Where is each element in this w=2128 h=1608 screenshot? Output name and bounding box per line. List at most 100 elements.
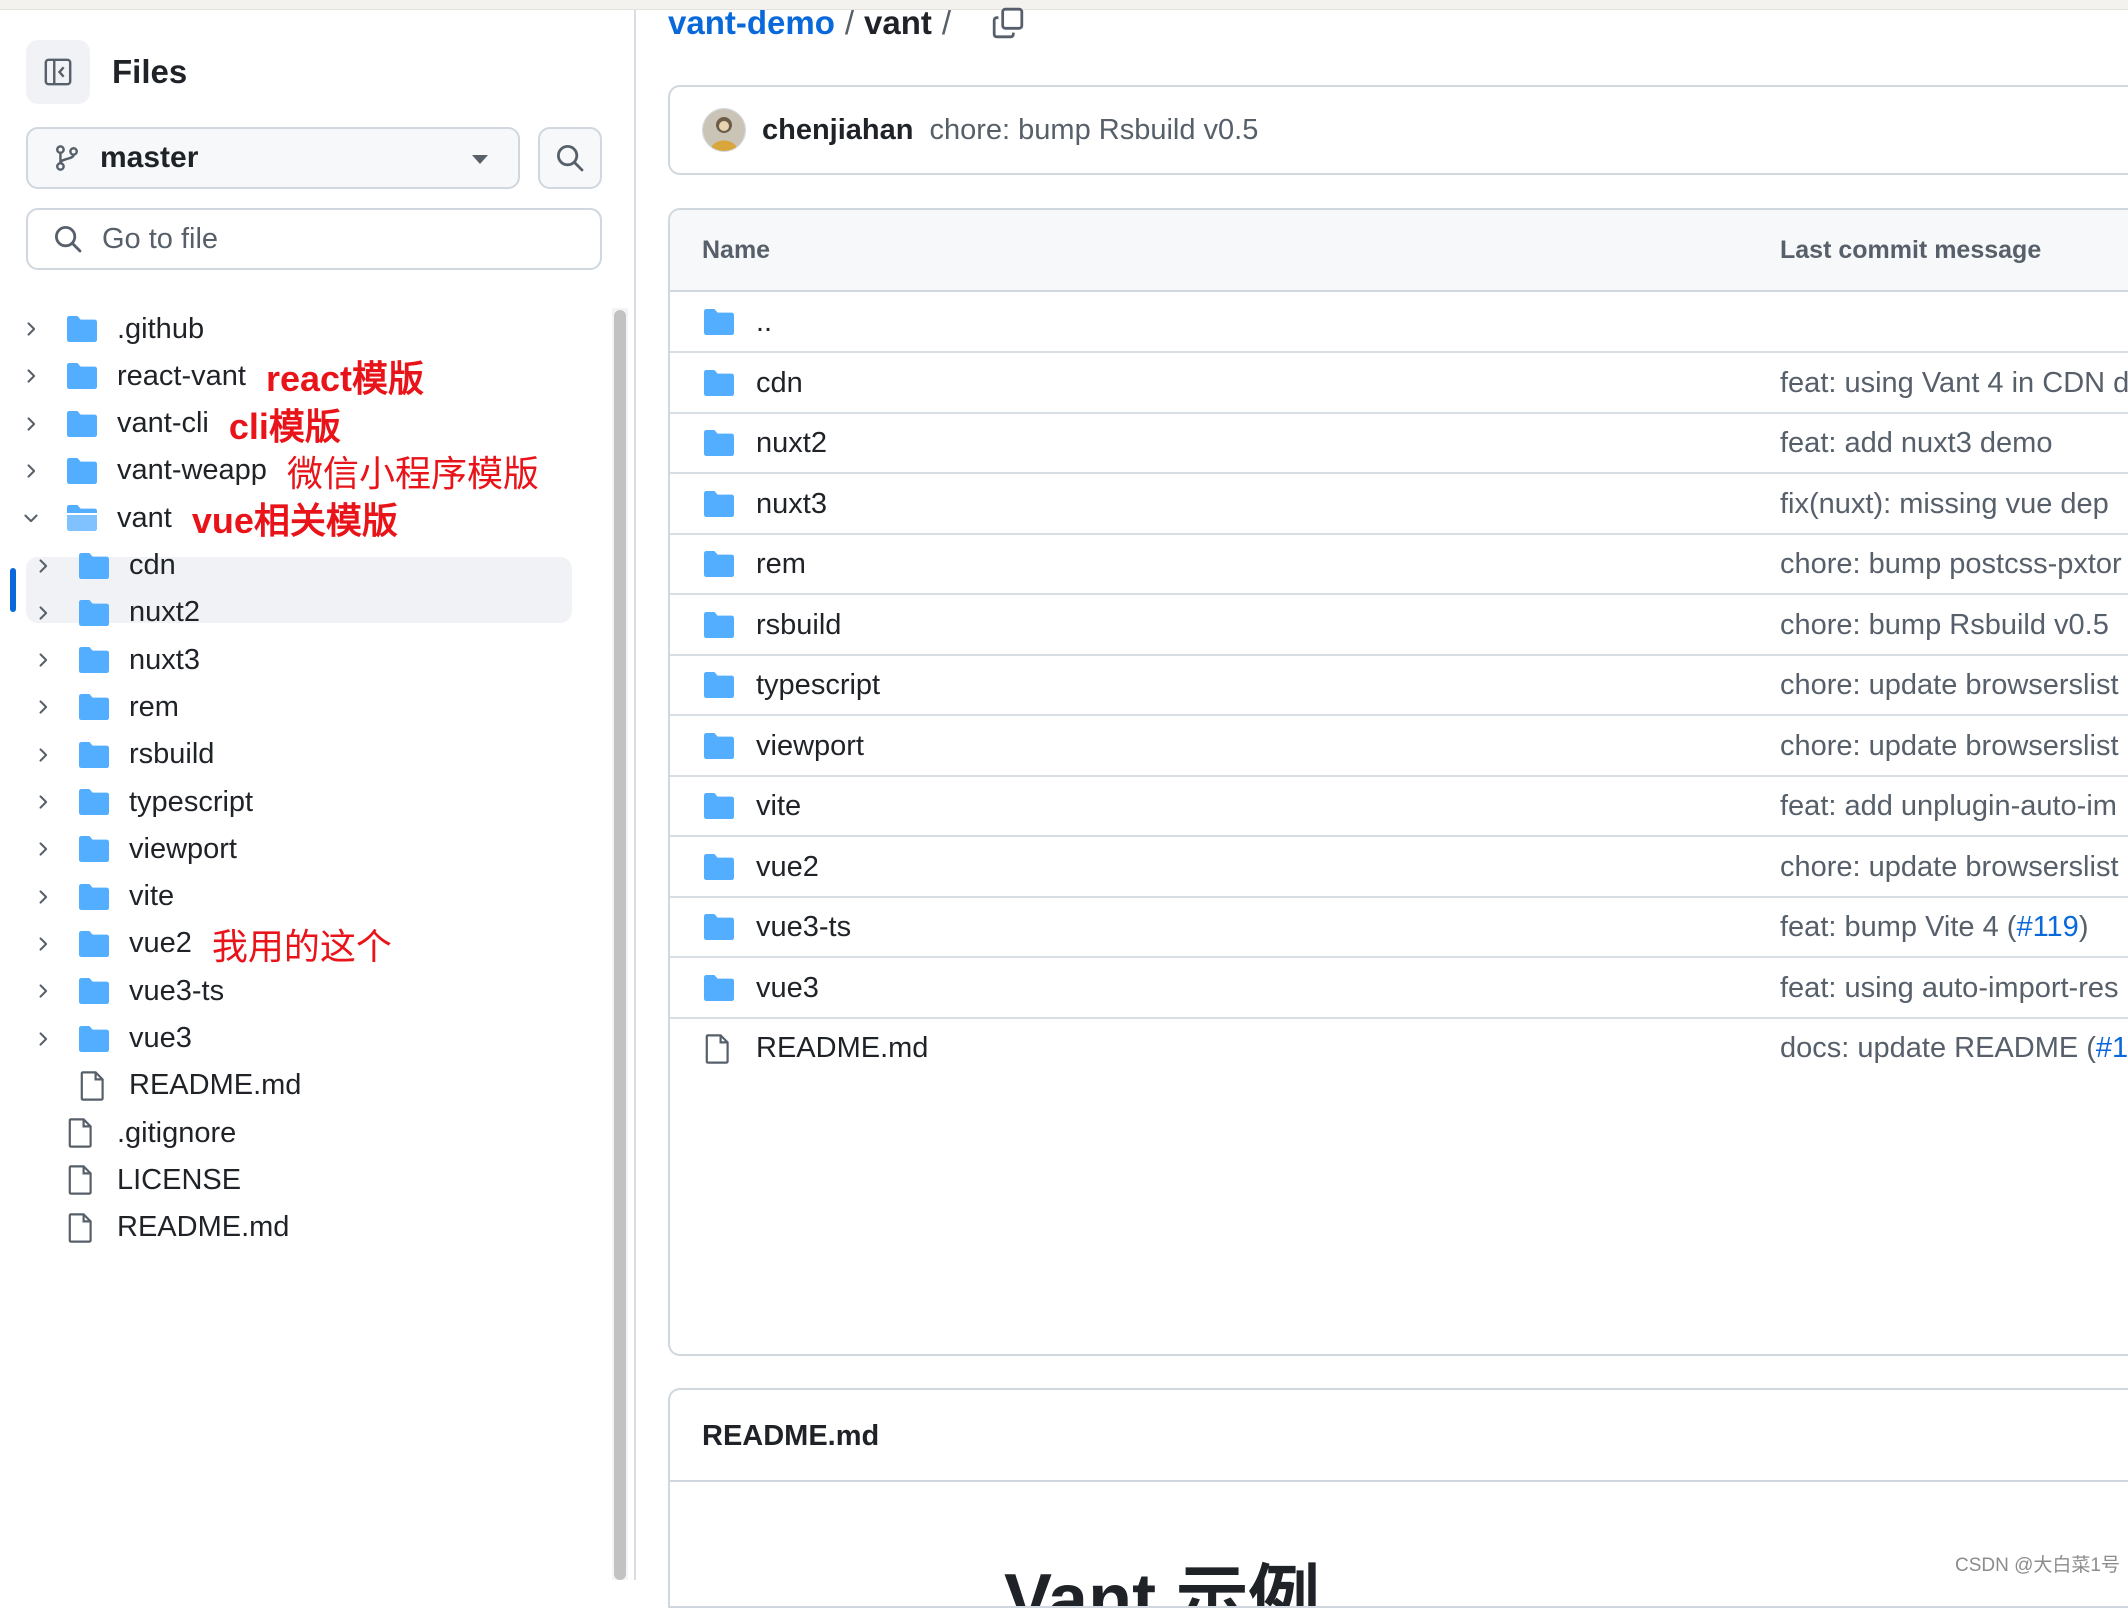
file-name-link[interactable]: rem xyxy=(756,548,806,581)
chevron-right-icon[interactable] xyxy=(27,691,59,723)
sidebar-collapse-icon xyxy=(44,58,72,86)
file-name-link[interactable]: vue3-ts xyxy=(756,911,851,944)
pull-request-link[interactable]: #119 xyxy=(2016,911,2078,943)
copy-icon xyxy=(992,7,1024,39)
chevron-right-icon[interactable] xyxy=(27,644,59,676)
folder-icon xyxy=(77,929,111,959)
commit-message-link[interactable]: chore: bump postcss-pxtor xyxy=(1780,548,2122,581)
chevron-right-icon[interactable] xyxy=(27,597,59,629)
commit-message-link[interactable]: feat: using auto-import-res xyxy=(1780,972,2118,1005)
folder-icon xyxy=(77,1024,111,1054)
folder-icon xyxy=(702,791,736,821)
readme-title[interactable]: README.md xyxy=(702,1420,879,1453)
table-row[interactable]: viewport chore: update browserslist xyxy=(670,716,2128,777)
commit-message-link[interactable]: feat: using Vant 4 in CDN d xyxy=(1780,367,2128,400)
search-button[interactable] xyxy=(538,127,602,189)
collapse-sidebar-button[interactable] xyxy=(26,40,90,104)
folder-icon xyxy=(77,740,111,770)
folder-icon xyxy=(702,610,736,640)
tree-item-label: vant-cli xyxy=(117,407,209,440)
chevron-right-icon[interactable] xyxy=(27,928,59,960)
tree-item-file[interactable]: README.md xyxy=(15,1197,289,1259)
file-icon xyxy=(65,1165,99,1196)
chevron-right-icon[interactable] xyxy=(27,1023,59,1055)
commit-message-link[interactable]: fix(nuxt): missing vue dep xyxy=(1780,488,2109,521)
commit-message-link[interactable]: docs: update README (#10 xyxy=(1780,1032,2128,1065)
file-name-link[interactable]: nuxt2 xyxy=(756,427,827,460)
table-row[interactable]: vue3 feat: using auto-import-res xyxy=(670,958,2128,1019)
table-row[interactable]: vue2 chore: update browserslist xyxy=(670,837,2128,898)
folder-icon xyxy=(65,361,99,391)
avatar[interactable] xyxy=(702,108,746,152)
commit-message-link[interactable]: chore: bump Rsbuild v0.5 xyxy=(1780,609,2109,642)
chevron-right-icon[interactable] xyxy=(15,313,47,345)
table-row[interactable]: .. xyxy=(670,292,2128,353)
file-name-link[interactable]: typescript xyxy=(756,669,880,702)
file-name-link[interactable]: vite xyxy=(756,790,801,823)
folder-icon xyxy=(702,852,736,882)
folder-icon xyxy=(77,645,111,675)
sidebar-scrollbar-thumb[interactable] xyxy=(614,310,626,1580)
file-icon xyxy=(65,1212,99,1243)
copy-path-button[interactable] xyxy=(991,6,1025,40)
commit-message-link[interactable]: chore: update browserslist xyxy=(1780,669,2119,702)
commit-message-text: feat: add nuxt3 demo xyxy=(1780,427,2053,459)
sidebar-title: Files xyxy=(112,53,188,90)
chevron-right-icon[interactable] xyxy=(27,550,59,582)
table-row[interactable]: rem chore: bump postcss-pxtor xyxy=(670,534,2128,595)
commit-message[interactable]: chore: bump Rsbuild v0.5 xyxy=(930,114,1259,147)
commit-message-text: feat: add unplugin-auto-im xyxy=(1780,790,2117,822)
table-row[interactable]: rsbuild chore: bump Rsbuild v0.5 xyxy=(670,595,2128,656)
go-to-file-input[interactable]: Go to file xyxy=(26,208,602,270)
commit-message-link[interactable]: feat: bump Vite 4 (#119) xyxy=(1780,911,2088,944)
file-name-link[interactable]: rsbuild xyxy=(756,609,841,642)
table-row[interactable]: typescript chore: update browserslist xyxy=(670,655,2128,716)
folder-icon xyxy=(77,882,111,912)
breadcrumb-repo-link[interactable]: vant-demo xyxy=(668,4,835,42)
folder-icon xyxy=(77,834,111,864)
breadcrumb: vant-demo / vant / xyxy=(668,2,1025,44)
tree-item-label: vant-weapp xyxy=(117,454,267,487)
folder-icon xyxy=(77,787,111,817)
folder-icon xyxy=(702,549,736,579)
chevron-right-icon[interactable] xyxy=(27,975,59,1007)
chevron-right-icon[interactable] xyxy=(15,455,47,487)
table-row[interactable]: vue3-ts feat: bump Vite 4 (#119) xyxy=(670,897,2128,958)
table-row[interactable]: cdn feat: using Vant 4 in CDN d xyxy=(670,353,2128,414)
file-name-link[interactable]: README.md xyxy=(756,1032,928,1065)
commit-message-link[interactable]: feat: add unplugin-auto-im xyxy=(1780,790,2117,823)
file-name-link[interactable]: vue2 xyxy=(756,851,819,884)
tree-item-label: nuxt3 xyxy=(129,643,200,676)
commit-message-link[interactable]: chore: update browserslist xyxy=(1780,851,2119,884)
table-row[interactable]: vite feat: add unplugin-auto-im xyxy=(670,776,2128,837)
table-row[interactable]: nuxt2 feat: add nuxt3 demo xyxy=(670,413,2128,474)
file-name-link[interactable]: vue3 xyxy=(756,972,819,1005)
file-name-link[interactable]: nuxt3 xyxy=(756,488,827,521)
table-row[interactable]: README.md docs: update README (#10 xyxy=(670,1018,2128,1079)
chevron-down-icon[interactable] xyxy=(15,502,47,534)
commit-message-suffix: ) xyxy=(2078,911,2089,943)
commit-author[interactable]: chenjiahan xyxy=(762,114,914,147)
commit-message-text: chore: update browserslist xyxy=(1780,669,2119,701)
breadcrumb-separator: / xyxy=(844,4,855,41)
chevron-right-icon[interactable] xyxy=(27,881,59,913)
chevron-right-icon[interactable] xyxy=(15,408,47,440)
commit-message-text: chore: update browserslist xyxy=(1780,850,2119,883)
chevron-right-icon[interactable] xyxy=(27,786,59,818)
file-name-link[interactable]: .. xyxy=(756,306,772,339)
chevron-right-icon[interactable] xyxy=(15,360,47,392)
pull-request-link[interactable]: #10 xyxy=(2096,1032,2128,1064)
commit-message-link[interactable]: feat: add nuxt3 demo xyxy=(1780,427,2052,460)
tree-item-label: viewport xyxy=(129,832,237,865)
table-row[interactable]: nuxt3 fix(nuxt): missing vue dep xyxy=(670,474,2128,535)
chevron-right-icon[interactable] xyxy=(27,739,59,771)
folder-icon xyxy=(65,314,99,344)
file-name-link[interactable]: cdn xyxy=(756,367,803,400)
branch-selector[interactable]: master xyxy=(26,127,520,189)
file-name-link[interactable]: viewport xyxy=(756,730,864,763)
commit-message-link[interactable]: chore: update browserslist xyxy=(1780,730,2119,763)
chevron-right-icon[interactable] xyxy=(27,833,59,865)
